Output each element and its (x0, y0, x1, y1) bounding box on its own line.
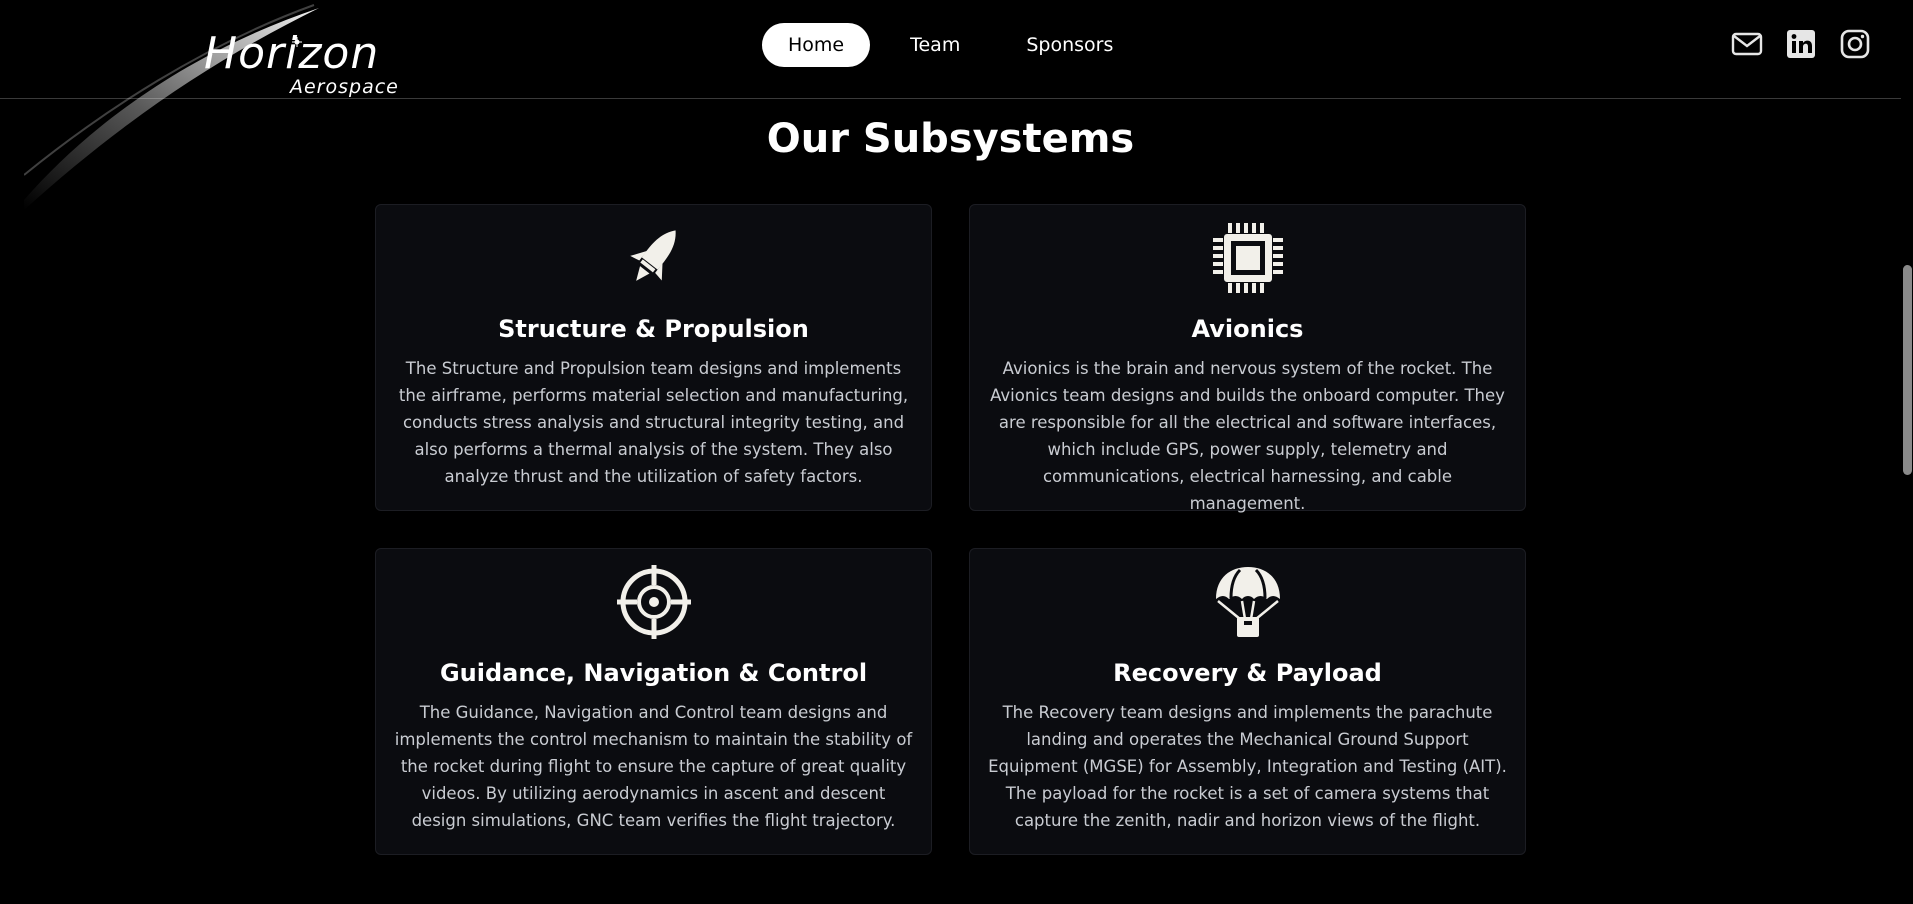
nav-sponsors[interactable]: Sponsors (1000, 23, 1139, 67)
card-description: The Guidance, Navigation and Control tea… (394, 703, 913, 830)
logo-subtitle: Aerospace (290, 76, 399, 98)
section-title: Our Subsystems (766, 116, 1135, 162)
card-title: Structure & Propulsion (498, 315, 809, 343)
nav-team[interactable]: Team (884, 23, 986, 67)
main-nav: Home Team Sponsors (762, 22, 1139, 68)
crosshair-icon (616, 565, 691, 639)
subsystem-card-avionics: Avionics Avionics is the brain and nervo… (969, 204, 1526, 513)
scrollbar-thumb[interactable] (1903, 265, 1912, 475)
card-description: The Structure and Propulsion team design… (398, 359, 909, 486)
subsystem-card-gnc: Guidance, Navigation & Control The Guida… (375, 548, 932, 855)
subsystem-card-structure-propulsion: Structure & Propulsion The Structure and… (375, 204, 932, 511)
chip-icon (1212, 223, 1283, 293)
top-navigation-bar: Horizon Aerospace Home Team Sponsors (0, 0, 1901, 210)
card-title: Recovery & Payload (1113, 659, 1382, 687)
page-scrollbar[interactable] (1901, 0, 1913, 904)
card-description: The Recovery team designs and implements… (988, 703, 1507, 830)
card-title: Guidance, Navigation & Control (439, 659, 868, 687)
card-title: Avionics (1191, 315, 1304, 343)
card-description: Avionics is the brain and nervous system… (990, 359, 1505, 513)
logo-wordmark: Horizon (204, 28, 380, 79)
instagram-icon[interactable] (1839, 28, 1871, 60)
subsystems-grid: Structure & Propulsion The Structure and… (375, 204, 1526, 855)
horizon-aerospace-logo[interactable]: Horizon Aerospace (24, 0, 414, 210)
subsystem-card-recovery-payload: Recovery & Payload The Recovery team des… (969, 548, 1526, 855)
linkedin-icon[interactable] (1785, 28, 1817, 60)
nav-home[interactable]: Home (762, 23, 871, 67)
mail-icon[interactable] (1731, 28, 1763, 60)
social-links (1731, 28, 1871, 60)
parachute-icon (1215, 567, 1280, 637)
rocket-icon (629, 230, 676, 281)
